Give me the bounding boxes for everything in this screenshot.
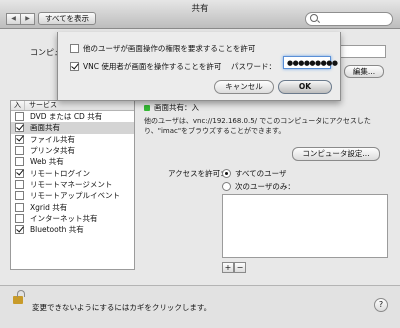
ok-button[interactable]: OK bbox=[278, 80, 332, 94]
status-light bbox=[144, 104, 150, 111]
request-permission-checkbox[interactable] bbox=[70, 44, 79, 53]
status-text: 画面共有：入 bbox=[154, 103, 199, 112]
status-indicator: 画面共有：入 bbox=[144, 102, 199, 113]
password-field[interactable]: ●●●●●●●●● bbox=[283, 56, 338, 69]
cancel-button[interactable]: キャンセル bbox=[214, 80, 274, 94]
service-label: リモートアップルイベント bbox=[30, 191, 120, 201]
vnc-control-checkbox[interactable] bbox=[70, 62, 79, 71]
service-label: リモートログイン bbox=[30, 168, 90, 178]
service-row[interactable]: ファイル共有 bbox=[11, 134, 134, 145]
computer-settings-button[interactable]: コンピュータ設定... bbox=[292, 147, 380, 161]
sheet-option-request[interactable]: 他のユーザが画面操作の権限を要求することを許可 bbox=[70, 43, 255, 54]
service-row[interactable]: Bluetooth 共有 bbox=[11, 224, 134, 235]
service-row[interactable]: DVD または CD 共有 bbox=[11, 111, 134, 122]
service-label: Xgrid 共有 bbox=[30, 202, 68, 212]
lock-text: 変更できないようにするにはカギをクリックします。 bbox=[32, 303, 212, 312]
sheet-option-vnc[interactable]: VNC 使用者が画面を操作することを許可 bbox=[70, 61, 221, 72]
service-checkbox[interactable] bbox=[15, 202, 24, 212]
computer-name-field[interactable] bbox=[340, 45, 386, 58]
edit-button[interactable]: 編集... bbox=[344, 65, 384, 78]
service-row[interactable]: Xgrid 共有 bbox=[11, 201, 134, 212]
lock-icon[interactable] bbox=[13, 290, 25, 304]
nav-buttons: ◀ ▶ bbox=[6, 13, 35, 25]
service-row[interactable]: インターネット共有 bbox=[11, 213, 134, 224]
access-label: アクセスを許可： bbox=[168, 169, 228, 178]
remove-user-button[interactable]: − bbox=[234, 262, 246, 273]
back-button[interactable]: ◀ bbox=[6, 13, 21, 25]
vnc-settings-sheet: 他のユーザが画面操作の権限を要求することを許可 VNC 使用者が画面を操作するこ… bbox=[57, 32, 341, 101]
add-user-button[interactable]: + bbox=[222, 262, 234, 273]
services-rows: DVD または CD 共有 画面共有 ファイル共有 プリンタ共有 Web 共有 リモートロ… bbox=[11, 111, 134, 235]
services-list: 入 サービス DVD または CD 共有 画面共有 ファイル共有 プリンタ共有 Web … bbox=[10, 100, 135, 270]
radio-all-users-label: すべてのユーザ bbox=[235, 169, 287, 178]
search-icon bbox=[310, 14, 318, 22]
service-checkbox[interactable] bbox=[15, 213, 24, 223]
service-row[interactable]: 画面共有 bbox=[11, 122, 134, 134]
service-checkbox[interactable] bbox=[15, 191, 24, 201]
service-row[interactable]: リモートアップルイベント bbox=[11, 190, 134, 201]
service-label: Web 共有 bbox=[30, 157, 64, 167]
radio-only-users[interactable]: 次のユーザのみ： bbox=[222, 181, 295, 192]
service-row[interactable]: プリンタ共有 bbox=[11, 145, 134, 156]
service-label: DVD または CD 共有 bbox=[30, 112, 103, 122]
service-description: 他のユーザは、vnc://192.168.0.5/ でこのコンピュータにアクセス… bbox=[144, 116, 384, 136]
service-row[interactable]: Web 共有 bbox=[11, 156, 134, 167]
description-line-1: 他のユーザは、vnc://192.168.0.5/ でこのコンピュータにアクセス… bbox=[144, 117, 371, 125]
request-permission-label: 他のユーザが画面操作の権限を要求することを許可 bbox=[83, 44, 256, 53]
service-row[interactable]: リモートログイン bbox=[11, 167, 134, 178]
service-checkbox[interactable] bbox=[15, 134, 24, 144]
help-button[interactable]: ? bbox=[374, 298, 388, 312]
service-checkbox[interactable] bbox=[15, 123, 24, 133]
radio-all-users-button[interactable] bbox=[222, 169, 231, 178]
allowed-users-list[interactable] bbox=[222, 194, 388, 258]
vnc-control-label: VNC 使用者が画面を操作することを許可 bbox=[83, 62, 222, 71]
service-checkbox[interactable] bbox=[15, 146, 24, 156]
radio-all-users[interactable]: すべてのユーザ bbox=[222, 168, 287, 179]
service-label: Bluetooth 共有 bbox=[30, 225, 84, 235]
service-label: インターネット共有 bbox=[30, 213, 98, 223]
service-row[interactable]: リモートマネージメント bbox=[11, 179, 134, 190]
service-label: プリンタ共有 bbox=[30, 146, 75, 156]
service-checkbox[interactable] bbox=[15, 112, 24, 122]
radio-only-users-button[interactable] bbox=[222, 182, 231, 191]
services-header: 入 サービス bbox=[11, 101, 134, 111]
service-label: リモートマネージメント bbox=[30, 179, 113, 189]
title-bar: 共有 ◀ ▶ すべてを表示 bbox=[0, 0, 400, 29]
service-label: 画面共有 bbox=[30, 123, 60, 133]
password-label: パスワード： bbox=[231, 62, 276, 71]
service-label: ファイル共有 bbox=[30, 134, 75, 144]
service-checkbox[interactable] bbox=[15, 168, 24, 178]
service-checkbox[interactable] bbox=[15, 225, 24, 235]
service-checkbox[interactable] bbox=[15, 157, 24, 167]
service-checkbox[interactable] bbox=[15, 179, 24, 189]
forward-button[interactable]: ▶ bbox=[21, 13, 35, 25]
search-field[interactable] bbox=[305, 12, 393, 26]
column-on[interactable]: 入 bbox=[11, 101, 25, 110]
description-line-2: り、"imac"をブラウズすることができます。 bbox=[144, 127, 286, 135]
show-all-button[interactable]: すべてを表示 bbox=[38, 12, 97, 25]
column-service[interactable]: サービス bbox=[25, 101, 57, 110]
radio-only-users-label: 次のユーザのみ： bbox=[235, 182, 295, 191]
